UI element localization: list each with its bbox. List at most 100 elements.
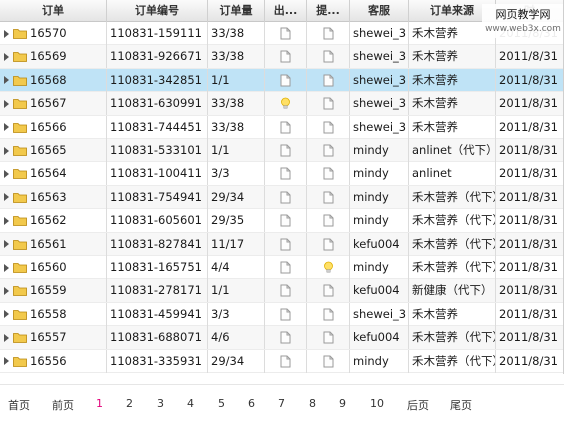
expand-arrow-icon[interactable] — [4, 240, 9, 249]
doc-icon[interactable] — [280, 50, 291, 63]
out-cell[interactable] — [265, 326, 307, 350]
doc-icon[interactable] — [323, 308, 334, 321]
doc-icon[interactable] — [280, 121, 291, 134]
doc-icon[interactable] — [280, 144, 291, 157]
expand-arrow-icon[interactable] — [4, 169, 9, 178]
bulb-icon[interactable] — [323, 261, 334, 274]
doc-icon[interactable] — [323, 214, 334, 227]
table-row[interactable]: 16561 110831-827841 11/17 kefu004 禾木营养（代下） 20… — [0, 232, 563, 256]
page-link-7[interactable]: 7 — [278, 397, 285, 410]
out-cell[interactable] — [265, 139, 307, 162]
bulb-icon[interactable] — [280, 97, 291, 110]
page-link-6[interactable]: 6 — [248, 397, 255, 410]
column-header-qty[interactable]: 订单量 — [208, 0, 265, 22]
table-row[interactable]: 16563 110831-754941 29/34 mindy 禾木营养（代下） 2011… — [0, 185, 563, 210]
doc-icon[interactable] — [323, 191, 334, 204]
table-row[interactable]: 16565 110831-533101 1/1 mindy anlinet（代下） 201… — [0, 139, 563, 163]
column-header-service[interactable]: 客服 — [350, 0, 409, 22]
doc-icon[interactable] — [323, 284, 334, 297]
page-link-9[interactable]: 9 — [339, 397, 346, 410]
doc-icon[interactable] — [280, 238, 291, 251]
column-header-tip_icon[interactable]: 提... — [307, 0, 350, 22]
out-cell[interactable] — [265, 232, 307, 256]
column-header-order_no[interactable]: 订单编号 — [107, 0, 208, 22]
doc-icon[interactable] — [323, 238, 334, 251]
doc-icon[interactable] — [323, 167, 334, 180]
tip-cell[interactable] — [307, 279, 350, 303]
doc-icon[interactable] — [280, 261, 291, 274]
table-row[interactable]: 16560 110831-165751 4/4 mindy 禾木营养（代下） 2011/8… — [0, 256, 563, 280]
tip-cell[interactable] — [307, 349, 350, 373]
doc-icon[interactable] — [323, 97, 334, 110]
expand-arrow-icon[interactable] — [4, 29, 9, 38]
prev-page-link[interactable]: 前页 — [52, 397, 74, 413]
table-row[interactable]: 16556 110831-335931 29/34 mindy 禾木营养（代下） 2011… — [0, 349, 563, 373]
out-cell[interactable] — [265, 162, 307, 186]
table-row[interactable]: 16564 110831-100411 3/3 mindy anlinet 2011/8/… — [0, 162, 563, 186]
table-row[interactable]: 16557 110831-688071 4/6 kefu004 禾木营养（代下） 2011… — [0, 326, 563, 350]
tip-cell[interactable] — [307, 115, 350, 139]
page-link-10[interactable]: 10 — [370, 397, 384, 410]
tip-cell[interactable] — [307, 92, 350, 116]
out-cell[interactable] — [265, 92, 307, 116]
table-row[interactable]: 16558 110831-459941 3/3 shewei_3 禾木营养 2011/8/… — [0, 302, 563, 327]
expand-arrow-icon[interactable] — [4, 357, 9, 366]
page-link-5[interactable]: 5 — [218, 397, 225, 410]
doc-icon[interactable] — [280, 355, 291, 368]
tip-cell[interactable] — [307, 162, 350, 186]
tip-cell[interactable] — [307, 232, 350, 256]
table-row[interactable]: 16568 110831-342851 1/1 shewei_3 禾木营养 2011/8/… — [0, 68, 563, 93]
page-link-3[interactable]: 3 — [157, 397, 164, 410]
page-link-4[interactable]: 4 — [187, 397, 194, 410]
tip-cell[interactable] — [307, 256, 350, 279]
doc-icon[interactable] — [323, 74, 334, 87]
expand-arrow-icon[interactable] — [4, 99, 9, 108]
out-cell[interactable] — [265, 279, 307, 303]
doc-icon[interactable] — [280, 167, 291, 180]
out-cell[interactable] — [265, 22, 307, 45]
out-cell[interactable] — [265, 45, 307, 69]
doc-icon[interactable] — [280, 331, 291, 344]
expand-arrow-icon[interactable] — [4, 52, 9, 61]
tip-cell[interactable] — [307, 185, 350, 209]
doc-icon[interactable] — [280, 284, 291, 297]
table-row[interactable]: 16566 110831-744451 33/38 shewei_3 禾木营养 2011/… — [0, 115, 563, 139]
first-page-link[interactable]: 首页 — [8, 397, 30, 413]
out-cell[interactable] — [265, 185, 307, 209]
doc-icon[interactable] — [323, 144, 334, 157]
doc-icon[interactable] — [280, 191, 291, 204]
expand-arrow-icon[interactable] — [4, 286, 9, 295]
table-row[interactable]: 16562 110831-605601 29/35 mindy 禾木营养（代下） 2011… — [0, 209, 563, 233]
doc-icon[interactable] — [323, 27, 334, 40]
expand-arrow-icon[interactable] — [4, 216, 9, 225]
page-link-2[interactable]: 2 — [126, 397, 133, 410]
tip-cell[interactable] — [307, 22, 350, 45]
expand-arrow-icon[interactable] — [4, 146, 9, 155]
expand-arrow-icon[interactable] — [4, 193, 9, 202]
doc-icon[interactable] — [280, 308, 291, 321]
out-cell[interactable] — [265, 302, 307, 326]
doc-icon[interactable] — [323, 355, 334, 368]
last-page-link[interactable]: 尾页 — [450, 397, 472, 413]
tip-cell[interactable] — [307, 139, 350, 162]
expand-arrow-icon[interactable] — [4, 263, 9, 272]
out-cell[interactable] — [265, 115, 307, 139]
column-header-out_icon[interactable]: 出... — [265, 0, 307, 22]
out-cell[interactable] — [265, 68, 307, 92]
tip-cell[interactable] — [307, 209, 350, 233]
expand-arrow-icon[interactable] — [4, 310, 9, 319]
page-link-1[interactable]: 1 — [96, 397, 103, 410]
table-row[interactable]: 16569 110831-926671 33/38 shewei_3 禾木营养 2011/… — [0, 45, 563, 69]
tip-cell[interactable] — [307, 326, 350, 350]
tip-cell[interactable] — [307, 45, 350, 69]
expand-arrow-icon[interactable] — [4, 123, 9, 132]
out-cell[interactable] — [265, 209, 307, 233]
doc-icon[interactable] — [323, 331, 334, 344]
doc-icon[interactable] — [323, 50, 334, 63]
table-row[interactable]: 16559 110831-278171 1/1 kefu004 新健康（代下） 2011/… — [0, 279, 563, 303]
doc-icon[interactable] — [280, 214, 291, 227]
out-cell[interactable] — [265, 256, 307, 279]
expand-arrow-icon[interactable] — [4, 333, 9, 342]
table-row[interactable]: 16567 110831-630991 33/38 shewei_3 禾木营养 2011/… — [0, 92, 563, 116]
doc-icon[interactable] — [280, 74, 291, 87]
